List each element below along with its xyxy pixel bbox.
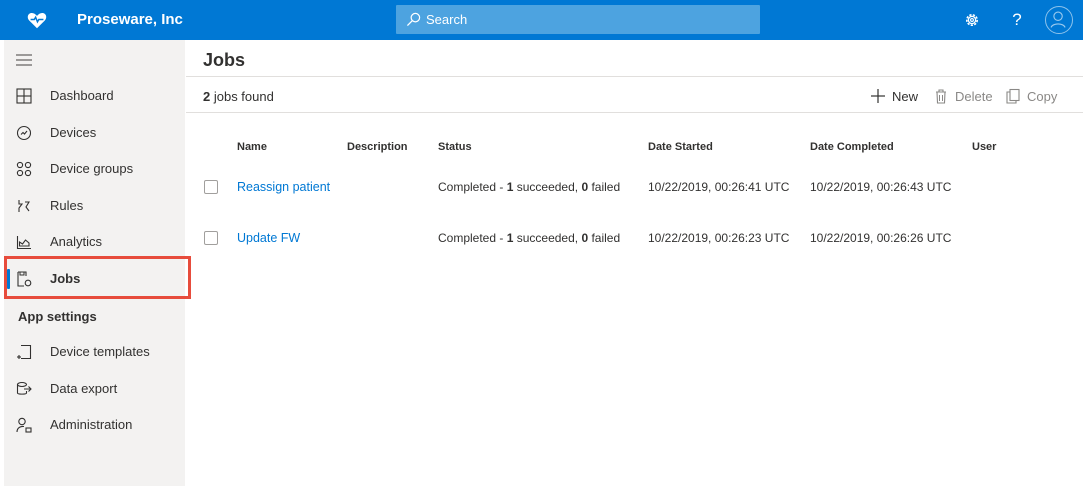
device-templates-icon (17, 344, 32, 360)
app-settings-heading: App settings (18, 309, 97, 324)
sidebar-item-data-export[interactable]: Data export (4, 371, 185, 407)
column-header-date-started[interactable]: Date Started (648, 141, 713, 153)
job-name-link[interactable]: Reassign patient (237, 180, 330, 194)
search-placeholder: Search (426, 12, 468, 27)
table-row[interactable]: Update FW Completed - 1 succeeded, 0 fai… (186, 231, 1083, 271)
heart-pulse-icon (27, 12, 47, 29)
date-completed: 10/22/2019, 00:26:43 UTC (810, 180, 952, 194)
sidebar-item-label: Device groups (50, 161, 134, 176)
sidebar-item-label: Administration (50, 417, 133, 432)
page-title: Jobs (203, 50, 246, 70)
failed-label: failed (588, 180, 621, 194)
gear-icon[interactable] (962, 10, 982, 30)
sidebar-item-label: Devices (50, 125, 97, 140)
app-title: Proseware, Inc (77, 11, 183, 28)
divider (186, 112, 1083, 113)
sidebar-item-rules[interactable]: Rules (4, 188, 185, 224)
column-header-status[interactable]: Status (438, 141, 472, 153)
plus-icon (871, 89, 885, 103)
date-started: 10/22/2019, 00:26:23 UTC (648, 231, 790, 245)
sidebar-item-dashboard[interactable]: Dashboard (4, 78, 185, 114)
trash-icon (936, 89, 946, 104)
copy-label: Copy (1027, 89, 1058, 104)
sidebar-item-devices[interactable]: Devices (4, 115, 185, 151)
column-header-description[interactable]: Description (347, 141, 408, 153)
job-name-link[interactable]: Update FW (237, 231, 300, 245)
help-icon[interactable]: ? (1007, 10, 1027, 30)
copy-icon (1006, 88, 1020, 104)
job-status: Completed - 1 succeeded, 0 failed (438, 231, 620, 245)
top-bar: Proseware, Inc Search ? (0, 0, 1083, 40)
sidebar-item-analytics[interactable]: Analytics (4, 224, 185, 260)
row-checkbox[interactable] (204, 180, 218, 194)
job-count: 2 jobs found (203, 89, 274, 104)
avatar[interactable] (1045, 6, 1073, 34)
column-header-user[interactable]: User (972, 141, 996, 153)
administration-icon (16, 417, 32, 433)
sidebar-item-label: Dashboard (50, 88, 114, 103)
sidebar-item-label: Device templates (50, 344, 150, 359)
failed-label: failed (588, 231, 621, 245)
analytics-icon (16, 236, 31, 250)
sidebar-item-label: Data export (50, 381, 118, 396)
sidebar-item-label: Analytics (50, 234, 103, 249)
status-prefix: Completed - (438, 180, 507, 194)
dashboard-icon (16, 88, 32, 104)
job-count-label: jobs found (210, 89, 274, 104)
delete-label: Delete (955, 89, 993, 104)
column-header-date-completed[interactable]: Date Completed (810, 141, 894, 153)
hamburger-menu-icon[interactable] (16, 54, 32, 66)
new-label: New (892, 89, 919, 104)
search-box[interactable]: Search (396, 5, 760, 34)
job-status: Completed - 1 succeeded, 0 failed (438, 180, 620, 194)
sidebar-item-device-templates[interactable]: Device templates (4, 334, 185, 370)
row-checkbox[interactable] (204, 231, 218, 245)
table-row[interactable]: Reassign patient Completed - 1 succeeded… (186, 180, 1083, 220)
date-started: 10/22/2019, 00:26:41 UTC (648, 180, 790, 194)
devices-icon (16, 125, 32, 141)
rules-icon (18, 200, 30, 212)
divider (186, 76, 1083, 77)
device-groups-icon (16, 161, 32, 177)
sidebar-item-device-groups[interactable]: Device groups (4, 151, 185, 187)
user-icon (1050, 11, 1066, 28)
data-export-icon (16, 381, 32, 395)
highlight-box (4, 256, 191, 299)
sidebar-item-administration[interactable]: Administration (4, 407, 185, 443)
succeeded-label: succeeded, (513, 180, 582, 194)
column-header-name[interactable]: Name (237, 141, 267, 153)
succeeded-label: succeeded, (513, 231, 582, 245)
sidebar-item-label: Rules (50, 198, 84, 213)
date-completed: 10/22/2019, 00:26:26 UTC (810, 231, 952, 245)
status-prefix: Completed - (438, 231, 507, 245)
search-icon (406, 12, 421, 27)
